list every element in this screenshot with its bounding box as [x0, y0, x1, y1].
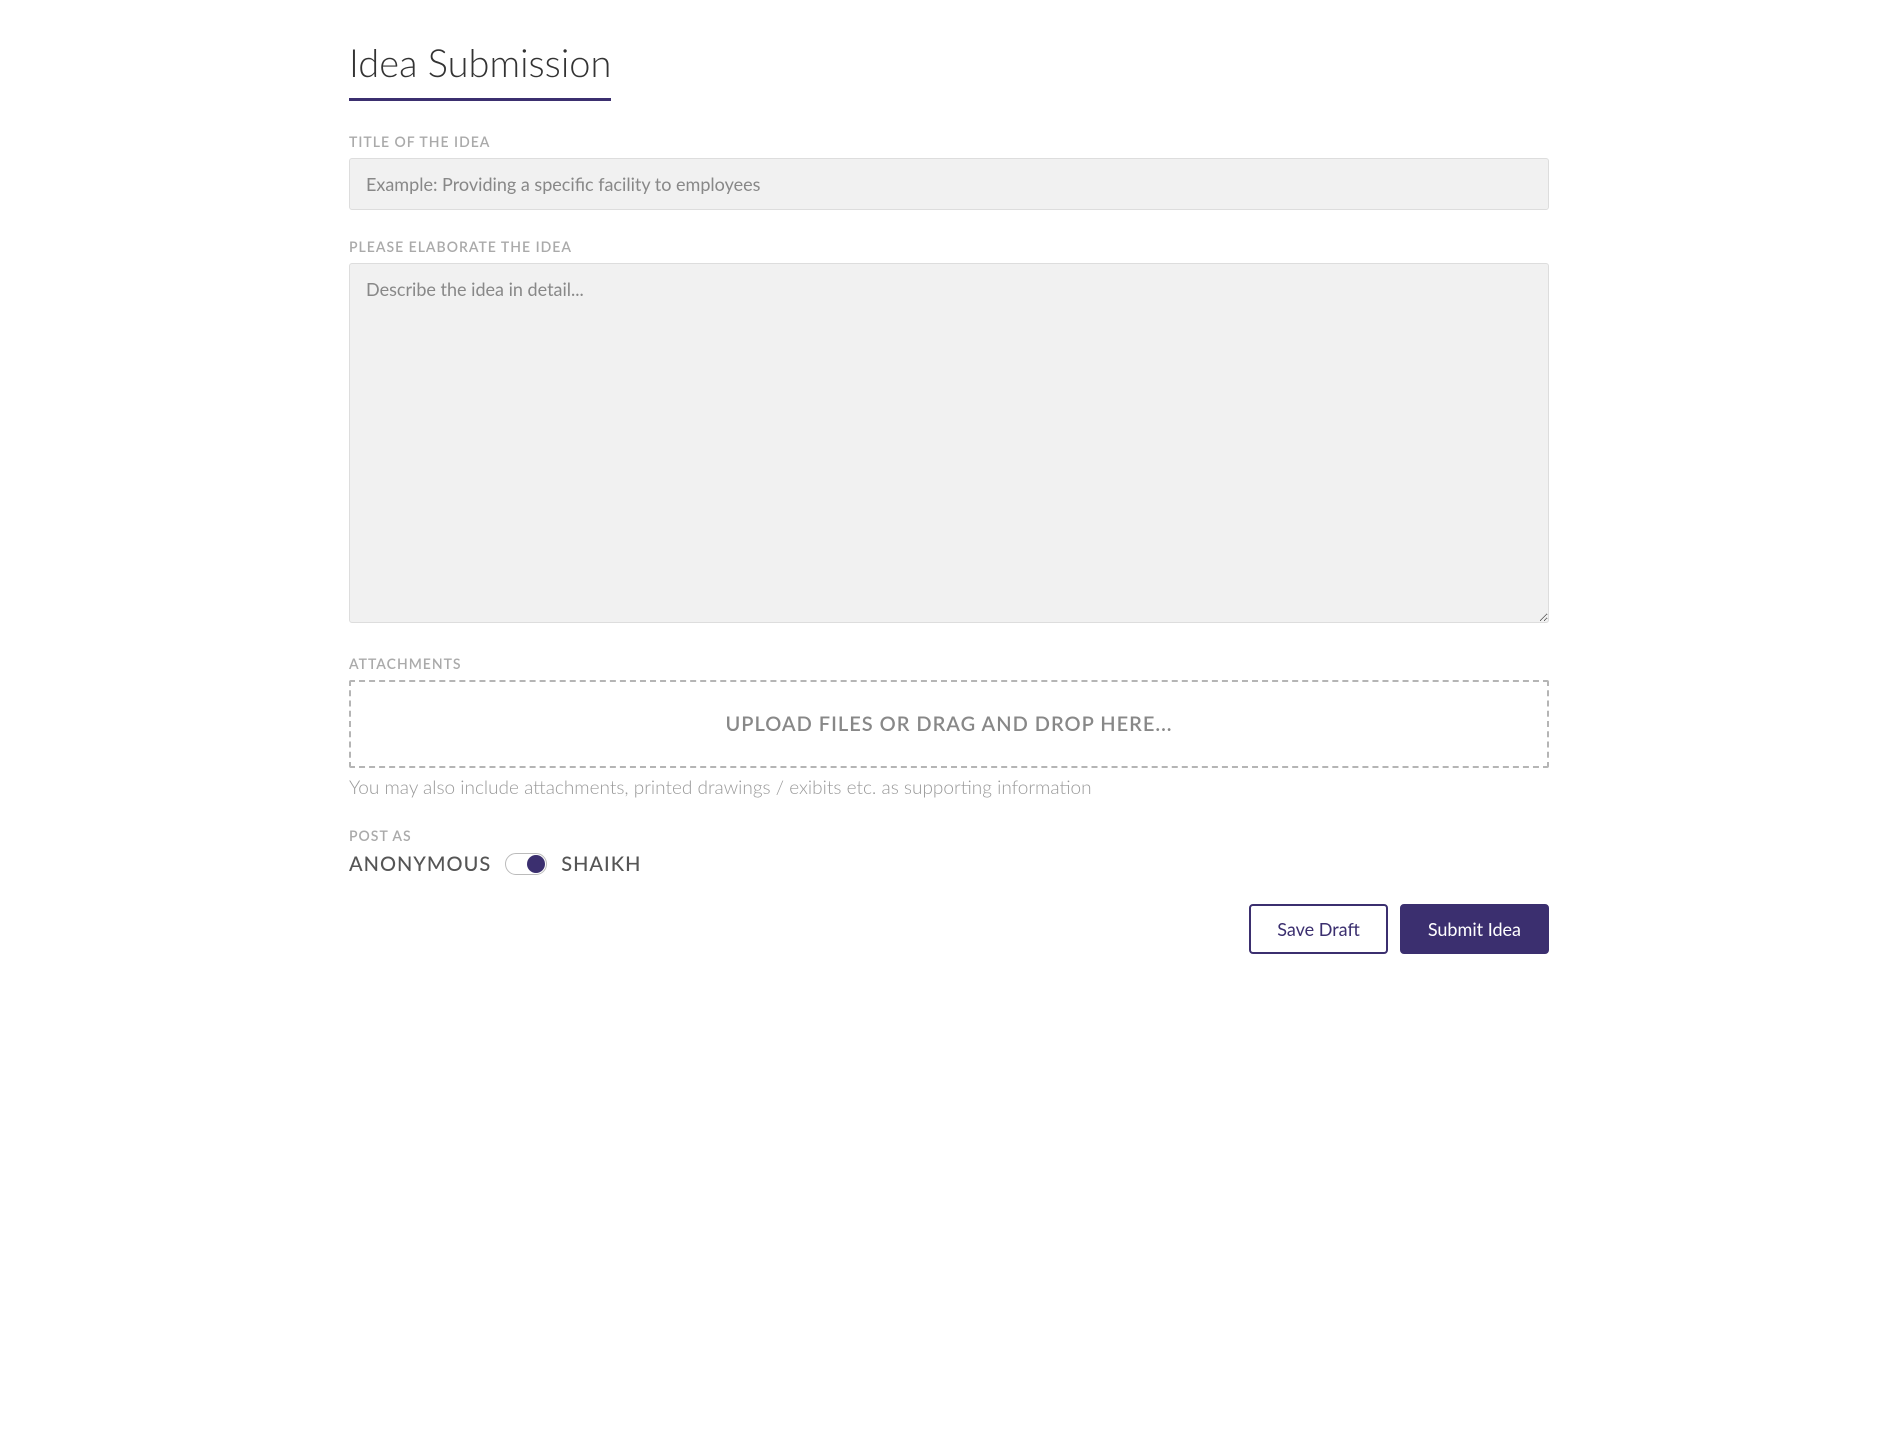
title-field-group: TITLE OF THE IDEA [349, 133, 1549, 210]
attachments-helper: You may also include attachments, printe… [349, 776, 1549, 799]
page-title: Idea Submission [349, 40, 611, 101]
post-as-label: POST AS [349, 827, 1549, 844]
idea-submission-form: Idea Submission TITLE OF THE IDEA PLEASE… [349, 40, 1549, 954]
attachments-label: ATTACHMENTS [349, 655, 1549, 672]
post-as-row: ANONYMOUS SHAIKH [349, 852, 1549, 876]
elaborate-label: PLEASE ELABORATE THE IDEA [349, 238, 1549, 255]
submit-idea-button[interactable]: Submit Idea [1400, 904, 1549, 954]
save-draft-button[interactable]: Save Draft [1249, 904, 1388, 954]
post-as-option-user: SHAIKH [561, 852, 641, 876]
post-as-option-anonymous: ANONYMOUS [349, 852, 491, 876]
action-buttons: Save Draft Submit Idea [349, 904, 1549, 954]
dropzone-text: UPLOAD FILES OR DRAG AND DROP HERE... [725, 712, 1172, 736]
post-as-toggle[interactable] [505, 853, 547, 875]
idea-elaborate-textarea[interactable] [349, 263, 1549, 623]
idea-title-input[interactable] [349, 158, 1549, 210]
title-label: TITLE OF THE IDEA [349, 133, 1549, 150]
attachments-dropzone[interactable]: UPLOAD FILES OR DRAG AND DROP HERE... [349, 680, 1549, 768]
attachments-group: ATTACHMENTS UPLOAD FILES OR DRAG AND DRO… [349, 655, 1549, 799]
elaborate-field-group: PLEASE ELABORATE THE IDEA [349, 238, 1549, 627]
toggle-knob-icon [527, 855, 545, 873]
post-as-group: POST AS ANONYMOUS SHAIKH [349, 827, 1549, 876]
